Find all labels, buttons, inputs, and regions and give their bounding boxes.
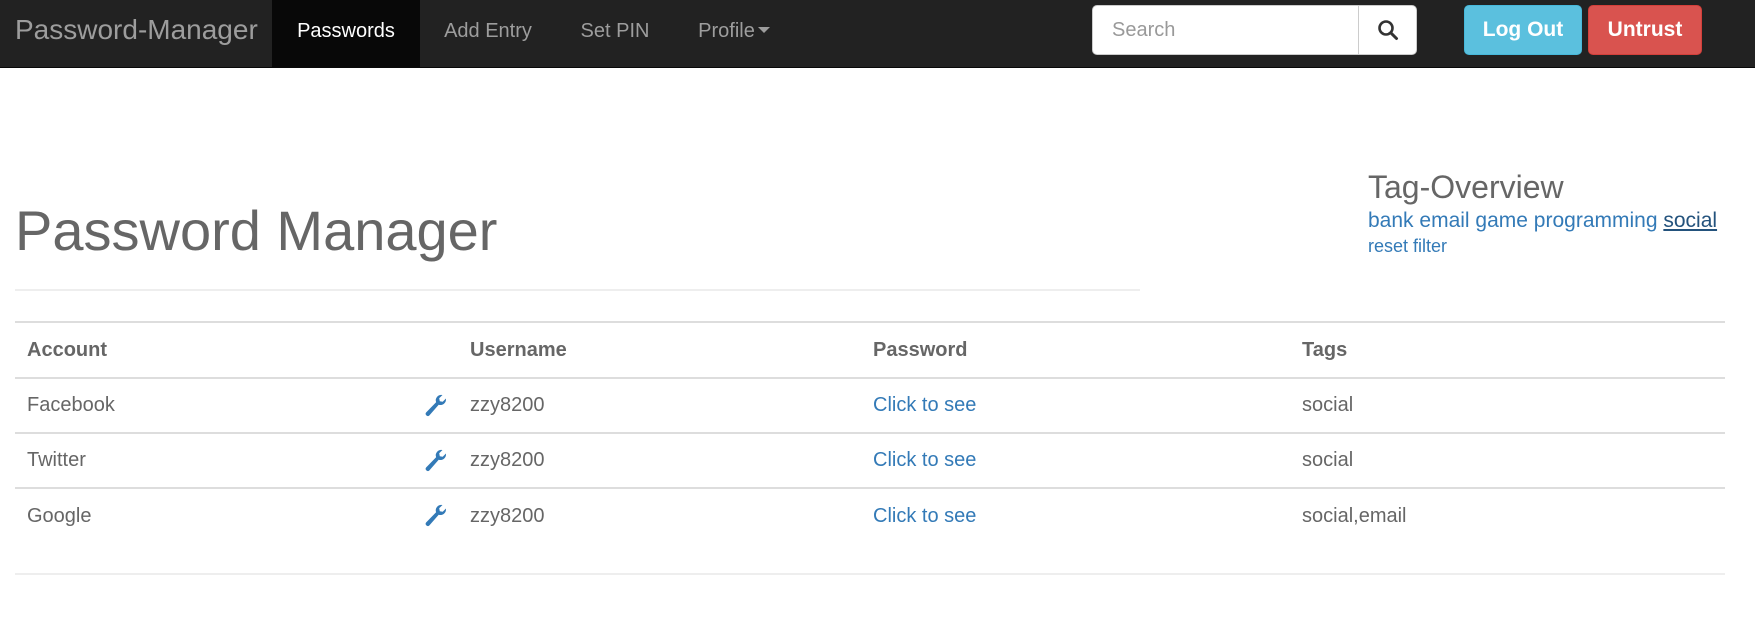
tag-link-social[interactable]: social [1663,209,1717,232]
untrust-button[interactable]: Untrust [1588,5,1702,55]
column-header-tags: Tags [1302,338,1348,361]
account-name: Twitter [27,449,86,471]
tag-link-email[interactable]: email [1419,209,1469,232]
tags-cell: social [1302,394,1354,416]
bottom-divider [15,573,1725,575]
password-cell: Click to see [861,433,1290,488]
page-title: Password Manager [15,199,498,262]
column-header-account: Account [27,338,107,361]
account-cell: Facebook [15,378,458,433]
nav-set-pin[interactable]: Set PIN [556,0,674,67]
reset-filter-link[interactable]: reset filter [1368,234,1717,258]
password-table: Account Username Password Tags Facebook … [15,321,1725,543]
caret-down-icon [757,26,770,33]
title-divider [15,289,1140,291]
account-cell: Google [15,488,458,543]
tag-link-programming[interactable]: programming [1534,209,1658,232]
table-row: Google zzy8200 Click to see social,email [15,488,1725,543]
search-form [1092,5,1417,55]
password-cell: Click to see [861,378,1290,433]
click-to-see-link[interactable]: Click to see [873,449,976,471]
tags-cell: social [1302,449,1354,471]
nav-profile-dropdown[interactable]: Profile [674,0,794,67]
wrench-icon[interactable] [424,449,448,473]
search-input[interactable] [1093,6,1358,54]
nav-add-entry[interactable]: Add Entry [420,0,556,67]
table-header-row: Account Username Password Tags [15,322,1725,378]
account-cell: Twitter [15,433,458,488]
search-button[interactable] [1358,6,1416,54]
click-to-see-link[interactable]: Click to see [873,394,976,416]
account-name: Google [27,504,92,527]
wrench-icon[interactable] [424,394,448,418]
log-out-button[interactable]: Log Out [1464,5,1582,55]
search-icon [1377,20,1398,40]
click-to-see-link[interactable]: Click to see [873,505,976,527]
table-row: Facebook zzy8200 Click to see social [15,378,1725,433]
wrench-icon[interactable] [424,504,448,528]
brand-link[interactable]: Password-Manager [15,0,258,67]
column-header-username: Username [470,338,567,361]
tags-cell: social,email [1302,504,1407,527]
column-header-password: Password [873,338,968,361]
nav-passwords[interactable]: Passwords [272,0,420,67]
username-cell: zzy8200 [470,449,545,471]
tag-overview-title: Tag-Overview [1368,169,1564,205]
table-row: Twitter zzy8200 Click to see social [15,433,1725,488]
username-cell: zzy8200 [470,394,545,416]
tag-overview: Tag-Overview bank email game programming… [1368,166,1717,258]
username-cell: zzy8200 [470,504,545,527]
tag-link-game[interactable]: game [1475,209,1528,232]
nav-profile-label: Profile [698,20,755,42]
tag-link-bank[interactable]: bank [1368,209,1414,232]
account-name: Facebook [27,394,115,416]
password-cell: Click to see [861,488,1290,543]
top-navbar: Password-Manager Passwords Add Entry Set… [0,0,1755,68]
tag-list: bank email game programming social [1368,208,1717,234]
